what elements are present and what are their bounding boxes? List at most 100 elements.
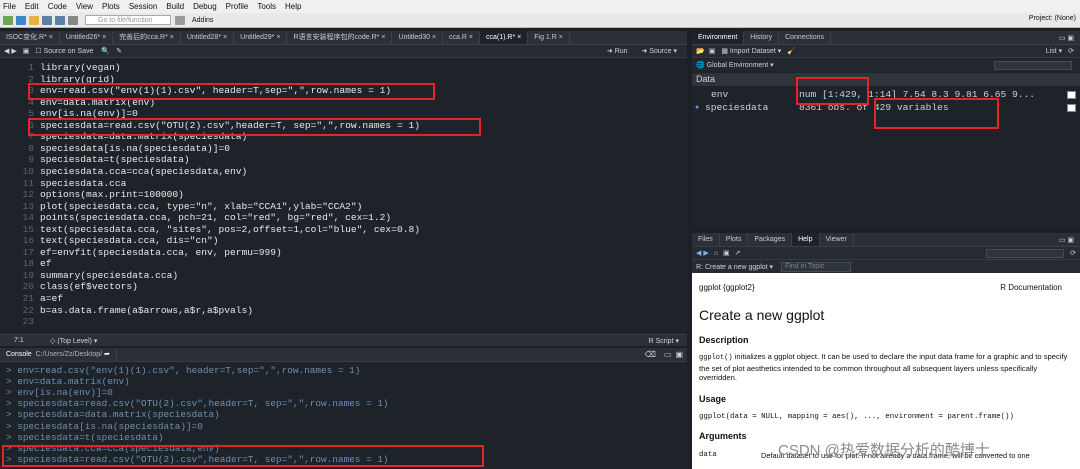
tab-console[interactable]: Console C:/Users/Zz/Desktop/ ➦ bbox=[0, 348, 117, 361]
wand-icon[interactable]: ✎ bbox=[116, 47, 122, 55]
code-line[interactable]: text(speciesdata.cca, "sites", pos=2,off… bbox=[40, 224, 420, 236]
editor-tab[interactable]: ISOC变化.R* × bbox=[0, 31, 60, 44]
code-area[interactable]: 1 library(vegan) 2 library(grid) 3 env=read.c… bbox=[0, 59, 687, 334]
code-line[interactable]: env=read.csv("env(1)(1).csv", header=T,s… bbox=[40, 85, 391, 97]
editor-tab[interactable]: cca.R × bbox=[443, 31, 480, 44]
back-icon[interactable]: ◀ ▶ bbox=[696, 249, 709, 257]
minimize-icon[interactable]: ▭ bbox=[664, 350, 672, 359]
menu-item-code[interactable]: Code bbox=[48, 2, 67, 11]
code-line[interactable]: speciesdata=t(speciesdata) bbox=[40, 154, 190, 166]
addins-menu[interactable]: Addins bbox=[192, 17, 213, 24]
expand-icon[interactable]: ● bbox=[695, 104, 705, 112]
list-view-menu[interactable]: List ▾ bbox=[1046, 47, 1062, 55]
code-line[interactable]: speciesdata=data.matrix(speciesdata) bbox=[40, 131, 247, 143]
run-button[interactable]: ➜ Run bbox=[607, 47, 628, 55]
tab-packages[interactable]: Packages bbox=[748, 233, 793, 246]
menu-item-edit[interactable]: Edit bbox=[25, 2, 39, 11]
print-help-icon[interactable]: ▣ bbox=[723, 249, 730, 257]
tab-plots[interactable]: Plots bbox=[720, 233, 749, 246]
code-line[interactable]: text(speciesdata.cca, dis="cn") bbox=[40, 235, 218, 247]
find-in-topic-input[interactable]: Find in Topic bbox=[781, 261, 852, 272]
menu-item-file[interactable]: File bbox=[3, 2, 16, 11]
menu-item-debug[interactable]: Debug bbox=[193, 2, 217, 11]
save-workspace-icon[interactable]: ▣ bbox=[709, 47, 716, 55]
code-line[interactable]: options(max.print=100000) bbox=[40, 189, 184, 201]
code-line[interactable]: class(ef$vectors) bbox=[40, 281, 138, 293]
menu-item-build[interactable]: Build bbox=[166, 2, 184, 11]
menu-item-profile[interactable]: Profile bbox=[226, 2, 249, 11]
code-line[interactable]: ef bbox=[40, 258, 52, 270]
code-line[interactable]: a=ef bbox=[40, 293, 63, 305]
env-search-input[interactable] bbox=[994, 60, 1072, 70]
project-menu[interactable]: Project: (None) bbox=[1029, 15, 1076, 22]
scope-menu[interactable]: 🌐 Global Environment ▾ bbox=[696, 61, 774, 69]
help-usage-heading: Usage bbox=[699, 393, 727, 404]
clear-console-icon[interactable]: ⌫ bbox=[645, 350, 656, 359]
tab-history[interactable]: History bbox=[744, 31, 780, 44]
import-dataset-button[interactable]: ▦ Import Dataset ▾ bbox=[721, 47, 781, 55]
print-icon[interactable] bbox=[68, 15, 78, 25]
view-grid-icon[interactable] bbox=[1067, 103, 1076, 112]
editor-tab[interactable]: Untitled30 × bbox=[392, 31, 444, 44]
file-type-indicator[interactable]: R Script ▾ bbox=[649, 337, 679, 345]
maximize-icon[interactable]: ▣ bbox=[675, 350, 683, 359]
minimize-icon[interactable]: ▭ ▣ bbox=[1059, 236, 1074, 244]
editor-tab[interactable]: Fig 1.R × bbox=[528, 31, 570, 44]
code-line[interactable]: env=data.matrix(env) bbox=[40, 97, 155, 109]
open-file-icon[interactable] bbox=[29, 15, 39, 25]
tab-files[interactable]: Files bbox=[692, 233, 720, 246]
code-line[interactable]: env[is.na(env)]=0 bbox=[40, 108, 138, 120]
editor-tab[interactable]: Untitled29* × bbox=[234, 31, 288, 44]
code-line[interactable]: speciesdata.cca=cca(speciesdata,env) bbox=[40, 166, 247, 178]
broom-icon[interactable]: 🧹 bbox=[787, 47, 796, 55]
source-on-save-checkbox[interactable]: ☐ Source on Save bbox=[35, 47, 93, 55]
editor-tab[interactable]: 完善后的cca.R* × bbox=[113, 31, 181, 44]
save-all-icon[interactable] bbox=[55, 15, 65, 25]
open-icon[interactable]: 📂 bbox=[696, 47, 705, 55]
code-line[interactable]: b=as.data.frame(a$arrows,a$r,a$pvals) bbox=[40, 305, 253, 317]
home-icon[interactable]: ⌂ bbox=[714, 250, 718, 257]
minimize-icon[interactable]: ▭ ▣ bbox=[1059, 34, 1074, 42]
tab-viewer[interactable]: Viewer bbox=[820, 233, 854, 246]
tab-help[interactable]: Help bbox=[792, 233, 820, 246]
env-row[interactable]: env num [1:429, 1:14] 7.54 8.3 9.81 6.65 … bbox=[692, 88, 1080, 101]
code-line[interactable]: speciesdata[is.na(speciesdata)]=0 bbox=[40, 143, 230, 155]
editor-tab[interactable]: cca(1).R* × bbox=[480, 31, 529, 44]
tab-environment[interactable]: Environment bbox=[692, 31, 745, 44]
menu-item-view[interactable]: View bbox=[76, 2, 93, 11]
view-grid-icon[interactable] bbox=[1067, 90, 1076, 99]
save-doc-icon[interactable]: ▣ bbox=[23, 47, 30, 55]
refresh-help-icon[interactable]: ⟳ bbox=[1070, 249, 1076, 257]
open-window-icon[interactable]: ↗ bbox=[735, 249, 741, 257]
back-arrow-icon[interactable]: ◀ ▶ bbox=[4, 47, 17, 55]
editor-tab[interactable]: R语言安装程序包的code.R* × bbox=[287, 31, 393, 44]
source-button[interactable]: ➜ Source ▾ bbox=[642, 47, 677, 55]
code-line[interactable]: summary(speciesdata.cca) bbox=[40, 270, 178, 282]
search-icon[interactable]: 🔍 bbox=[101, 47, 110, 55]
goto-file-input[interactable]: Go to file/function bbox=[85, 15, 171, 25]
code-line[interactable]: library(grid) bbox=[40, 74, 115, 86]
help-search-input[interactable] bbox=[986, 248, 1065, 258]
new-file-icon[interactable] bbox=[3, 15, 13, 25]
code-line[interactable]: library(vegan) bbox=[40, 62, 121, 74]
editor-tab[interactable]: Untitled26* × bbox=[60, 31, 114, 44]
tab-connections[interactable]: Connections bbox=[779, 31, 831, 44]
menu-item-session[interactable]: Session bbox=[129, 2, 157, 11]
env-row[interactable]: ● speciesdata 8361 obs. of 429 variables bbox=[692, 101, 1080, 114]
menu-item-help[interactable]: Help bbox=[285, 2, 301, 11]
menu-item-plots[interactable]: Plots bbox=[102, 2, 120, 11]
new-project-icon[interactable] bbox=[16, 15, 26, 25]
code-line[interactable]: points(speciesdata.cca, pch=21, col="red… bbox=[40, 212, 391, 224]
scope-indicator[interactable]: ◇ (Top Level) ▾ bbox=[50, 337, 97, 345]
save-icon[interactable] bbox=[42, 15, 52, 25]
editor-tab[interactable]: Untitled28* × bbox=[181, 31, 235, 44]
code-line[interactable]: speciesdata=read.csv("OTU(2).csv",header… bbox=[40, 120, 420, 132]
code-line[interactable]: ef=envfit(speciesdata.cca, env, permu=99… bbox=[40, 247, 282, 259]
code-line[interactable]: speciesdata.cca bbox=[40, 178, 126, 190]
grid-icon[interactable] bbox=[175, 15, 185, 25]
topic-menu[interactable]: R: Create a new ggplot ▾ bbox=[696, 263, 773, 271]
code-line[interactable]: plot(speciesdata.cca, type="n", xlab="CC… bbox=[40, 201, 362, 213]
menu-item-tools[interactable]: Tools bbox=[257, 2, 276, 11]
refresh-icon[interactable]: ⟳ bbox=[1068, 47, 1074, 55]
console-output[interactable]: > env=read.csv("env(1)(1).csv", header=T… bbox=[0, 363, 687, 469]
